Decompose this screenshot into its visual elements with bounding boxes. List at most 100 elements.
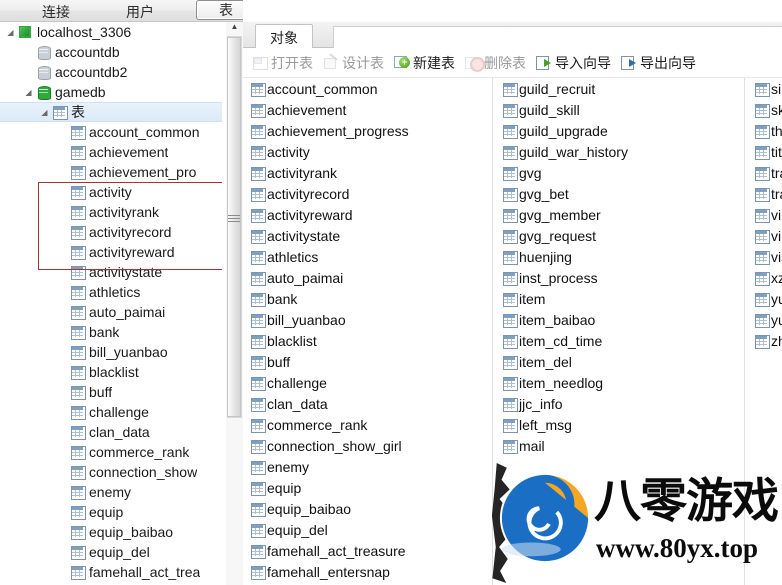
tree-node-9[interactable]: activityrank [0,202,222,222]
object-list-item[interactable]: xz [747,267,782,288]
object-list-item[interactable]: guild_upgrade [495,120,747,141]
object-list-item[interactable]: account_common [243,78,495,99]
tree-node-11[interactable]: activityreward [0,242,222,262]
tree-node-5[interactable]: account_common [0,122,222,142]
object-list-item[interactable]: guild_skill [495,99,747,120]
scroll-up-arrow-icon[interactable]: ▲ [226,18,243,34]
object-list-item[interactable]: item_del [495,351,747,372]
object-list-item[interactable]: bill_yuanbao [243,309,495,330]
tree-node-23[interactable]: enemy [0,482,222,502]
tree-node-27[interactable]: famehall_act_trea [0,562,222,582]
object-tab-bar: 对象 [243,22,782,49]
object-list-item[interactable]: enemy [243,456,495,477]
object-list-item[interactable]: equip_del [243,519,495,540]
tree-node-6[interactable]: achievement [0,142,222,162]
tab-objects[interactable]: 对象 [255,24,313,49]
object-list-item[interactable]: vip [747,204,782,225]
object-list-item[interactable]: yu [747,288,782,309]
chevron-expanded-icon[interactable]: ◢ [4,28,17,37]
main-tab-1[interactable]: 用户 [120,2,160,22]
main-tab-0[interactable]: 连接 [36,2,76,22]
tree-node-0[interactable]: ◢ localhost_3306 [0,22,222,42]
object-list-item[interactable]: activitystate [243,225,495,246]
object-list-item[interactable]: famehall_act_treasure [243,540,495,561]
tree-node-13[interactable]: athletics [0,282,222,302]
object-list-item[interactable]: huenjing [495,246,747,267]
chevron-expanded-icon[interactable]: ◢ [22,88,35,97]
tree-node-17[interactable]: blacklist [0,362,222,382]
object-list-item[interactable]: activityreward [243,204,495,225]
tree-node-20[interactable]: clan_data [0,422,222,442]
object-list-item[interactable]: tra [747,162,782,183]
object-list-item[interactable]: activityrecord [243,183,495,204]
table-icon [69,484,86,500]
tree-node-2[interactable]: accountdb2 [0,62,222,82]
object-list-item[interactable]: equip [243,477,495,498]
object-list-item[interactable]: th [747,120,782,141]
toolbar-button-4[interactable]: 导入向导 [531,51,616,75]
object-list-item[interactable]: commerce_rank [243,414,495,435]
tree-node-25[interactable]: equip_baibao [0,522,222,542]
object-list-item[interactable]: tra [747,183,782,204]
object-list-item[interactable]: sk [747,99,782,120]
tree-node-14[interactable]: auto_paimai [0,302,222,322]
object-list-item[interactable]: activity [243,141,495,162]
tree-node-21[interactable]: commerce_rank [0,442,222,462]
object-list-item[interactable]: jjc_info [495,393,747,414]
panel-splitter-grip[interactable] [228,205,240,231]
tree-node-26[interactable]: equip_del [0,542,222,562]
object-list-item[interactable]: gvg_request [495,225,747,246]
tree-node-22[interactable]: connection_show [0,462,222,482]
toolbar-button-2[interactable]: 新建表 [389,51,460,75]
object-list-item[interactable]: yu [747,309,782,330]
object-list-item[interactable]: achievement [243,99,495,120]
object-list-item[interactable]: si [747,78,782,99]
database-tree-panel[interactable]: ◢ localhost_3306 accountdb accountdb2 ◢ gamed… [0,22,222,585]
tree-node-24[interactable]: equip [0,502,222,522]
object-list-item[interactable]: inst_process [495,267,747,288]
tree-node-7[interactable]: achievement_pro [0,162,222,182]
object-list-item[interactable]: item [495,288,747,309]
tree-vertical-scrollbar[interactable]: ▲ [226,22,243,585]
object-list-item[interactable]: guild_recruit [495,78,747,99]
object-list-item[interactable]: auto_paimai [243,267,495,288]
object-list-item[interactable]: gvg [495,162,747,183]
chevron-expanded-icon[interactable]: ◢ [38,108,51,117]
object-list-item[interactable]: gvg_member [495,204,747,225]
object-list-item[interactable]: bank [243,288,495,309]
object-list-item[interactable]: item_needlog [495,372,747,393]
tree-node-12[interactable]: activitystate [0,262,222,282]
tree-node-4[interactable]: ◢ 表 [0,102,222,122]
object-list-item[interactable]: equip_baibao [243,498,495,519]
tree-node-10[interactable]: activityrecord [0,222,222,242]
object-list-item[interactable]: left_msg [495,414,747,435]
object-list-item[interactable]: activityrank [243,162,495,183]
object-list-item[interactable]: famehall_entersnap [243,561,495,582]
tree-node-19[interactable]: challenge [0,402,222,422]
object-list-item[interactable]: gvg_bet [495,183,747,204]
tree-node-15[interactable]: bank [0,322,222,342]
database-tree[interactable]: ◢ localhost_3306 accountdb accountdb2 ◢ gamed… [0,22,222,585]
object-list-item[interactable]: guild_war_history [495,141,747,162]
object-list-item[interactable]: buff [243,351,495,372]
object-list-item[interactable]: achievement_progress [243,120,495,141]
tree-node-18[interactable]: buff [0,382,222,402]
tree-node-8[interactable]: activity [0,182,222,202]
tree-node-1[interactable]: accountdb [0,42,222,62]
object-list-item[interactable]: mail [495,435,747,456]
object-list-item[interactable]: vis [747,246,782,267]
object-list[interactable]: account_common achievement achievement_pro… [243,78,782,585]
toolbar-button-5[interactable]: 导出向导 [616,51,701,75]
object-list-item[interactable]: zh [747,330,782,351]
tree-node-16[interactable]: bill_yuanbao [0,342,222,362]
object-list-item[interactable]: tit [747,141,782,162]
object-list-item[interactable]: athletics [243,246,495,267]
object-list-item[interactable]: challenge [243,372,495,393]
object-list-item[interactable]: clan_data [243,393,495,414]
object-list-item[interactable]: item_cd_time [495,330,747,351]
object-list-item[interactable]: vip [747,225,782,246]
object-list-item[interactable]: connection_show_girl [243,435,495,456]
tree-node-3[interactable]: ◢ gamedb [0,82,222,102]
object-list-item[interactable]: blacklist [243,330,495,351]
object-list-item[interactable]: item_baibao [495,309,747,330]
